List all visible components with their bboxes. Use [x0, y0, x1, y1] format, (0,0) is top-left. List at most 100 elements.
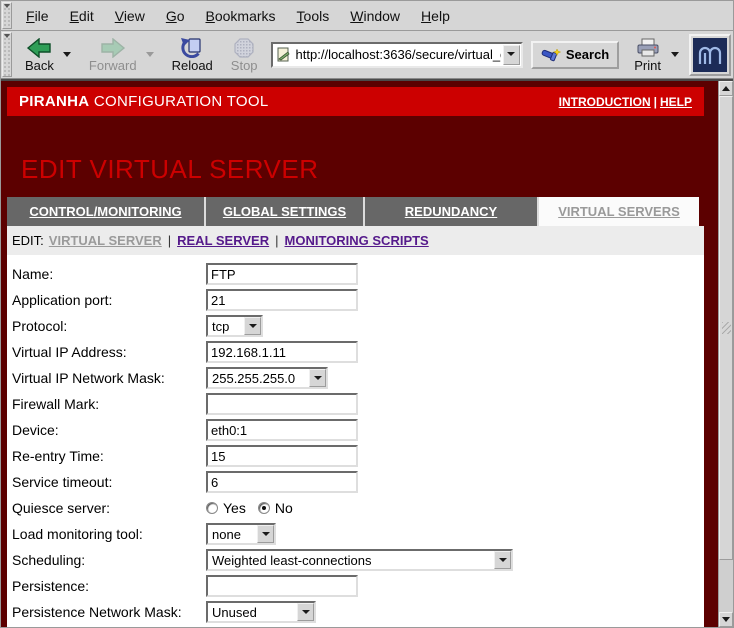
toolbar-grippy-handle[interactable]	[2, 32, 12, 77]
form-row-quiesce-server: Quiesce server:YesNo	[7, 495, 704, 521]
dropdown-arrow-icon[interactable]	[257, 525, 274, 543]
edit-prefix-label: EDIT:	[12, 233, 44, 248]
form-row-persistence: Persistence:	[7, 573, 704, 599]
field-label-application-port: Application port:	[7, 292, 206, 308]
vertical-scrollbar[interactable]	[718, 81, 733, 627]
edit-subnav: EDIT: VIRTUAL SERVER | REAL SERVER | MONITORI…	[7, 226, 704, 255]
form-row-load-monitoring-tool: Load monitoring tool:none	[7, 521, 704, 547]
subnav-link-virtual-server[interactable]: VIRTUAL SERVER	[49, 233, 162, 248]
persistence-input[interactable]	[206, 575, 358, 597]
radio-yes[interactable]	[206, 502, 218, 514]
scheduling-select[interactable]: Weighted least-connections	[206, 549, 513, 571]
subnav-separator: |	[168, 233, 171, 248]
site-brand: PIRANHA CONFIGURATION TOOL	[19, 93, 269, 110]
protocol-select[interactable]: tcp	[206, 315, 263, 337]
form-row-scheduling: Scheduling:Weighted least-connections	[7, 547, 704, 573]
scrollbar-track[interactable]	[719, 560, 733, 612]
tab-global-settings[interactable]: GLOBAL SETTINGS	[206, 197, 365, 226]
browser-window: FileEditViewGoBookmarksToolsWindowHelp B…	[0, 0, 734, 628]
field-label-protocol: Protocol:	[7, 318, 206, 334]
printer-icon	[636, 36, 660, 58]
virtual-ip-address-input[interactable]	[206, 341, 358, 363]
print-button[interactable]: Print	[627, 33, 668, 77]
virtual-ip-network-mask-select[interactable]: 255.255.255.0	[206, 367, 328, 389]
introduction-link[interactable]: INTRODUCTION	[559, 95, 651, 109]
forward-button[interactable]: Forward	[82, 33, 144, 77]
piranha-page: PIRANHA CONFIGURATION TOOL INTRODUCTION|…	[1, 81, 718, 627]
subnav-link-monitoring-scripts[interactable]: MONITORING SCRIPTS	[285, 233, 429, 248]
reload-icon	[180, 36, 204, 58]
menu-file[interactable]: File	[17, 4, 58, 28]
selected-value: tcp	[208, 319, 244, 334]
toolbar-grippy-handle[interactable]	[2, 2, 12, 29]
stop-label: Stop	[231, 58, 258, 73]
form-row-virtual-ip-address: Virtual IP Address:	[7, 339, 704, 365]
print-dropdown-button[interactable]	[668, 35, 681, 75]
form-row-application-port: Application port:	[7, 287, 704, 313]
menu-window[interactable]: Window	[341, 4, 409, 28]
name-input[interactable]	[206, 263, 358, 285]
tab-redundancy[interactable]: REDUNDANCY	[365, 197, 539, 226]
reload-button[interactable]: Reload	[165, 33, 220, 77]
dropdown-arrow-icon[interactable]	[244, 317, 261, 335]
tab-virtual-servers[interactable]: VIRTUAL SERVERS	[539, 197, 699, 226]
menu-view[interactable]: View	[106, 4, 154, 28]
scroll-down-button[interactable]	[719, 612, 733, 627]
dropdown-arrow-icon[interactable]	[494, 551, 511, 569]
url-input[interactable]	[294, 47, 503, 62]
menu-bar: FileEditViewGoBookmarksToolsWindowHelp	[1, 1, 733, 31]
browser-content-area: PIRANHA CONFIGURATION TOOL INTRODUCTION|…	[1, 79, 733, 627]
url-bar	[271, 42, 523, 68]
quiesce-server-radio-group: YesNo	[206, 500, 305, 516]
selected-value: Weighted least-connections	[208, 553, 494, 568]
site-header-bar: PIRANHA CONFIGURATION TOOL INTRODUCTION|…	[7, 87, 704, 116]
search-button[interactable]: Search	[531, 41, 619, 69]
mozilla-logo-button[interactable]	[689, 34, 731, 76]
forward-dropdown-button[interactable]	[144, 35, 157, 75]
menu-bookmarks[interactable]: Bookmarks	[197, 4, 285, 28]
subnav-separator: |	[275, 233, 278, 248]
re-entry-time-input[interactable]	[206, 445, 358, 467]
field-label-persistence-network-mask: Persistence Network Mask:	[7, 604, 206, 620]
menu-go[interactable]: Go	[157, 4, 194, 28]
form-row-persistence-network-mask: Persistence Network Mask:Unused	[7, 599, 704, 625]
menu-help[interactable]: Help	[412, 4, 459, 28]
back-label: Back	[25, 58, 54, 73]
url-history-dropdown-button[interactable]	[503, 45, 520, 65]
persistence-network-mask-select[interactable]: Unused	[206, 601, 316, 623]
selected-value: 255.255.255.0	[208, 371, 309, 386]
dropdown-arrow-icon[interactable]	[309, 369, 326, 387]
form-row-name: Name:	[7, 261, 704, 287]
dropdown-arrow-icon[interactable]	[297, 603, 314, 621]
load-monitoring-tool-select[interactable]: none	[206, 523, 276, 545]
down-arrow-icon	[722, 617, 730, 626]
subnav-link-real-server[interactable]: REAL SERVER	[177, 233, 269, 248]
header-link-separator: |	[654, 95, 657, 109]
mozilla-logo-icon	[693, 38, 727, 72]
reload-label: Reload	[172, 58, 213, 73]
field-label-load-monitoring-tool: Load monitoring tool:	[7, 526, 206, 542]
service-timeout-input[interactable]	[206, 471, 358, 493]
header-links: INTRODUCTION|HELP	[559, 95, 692, 109]
device-input[interactable]	[206, 419, 358, 441]
scroll-up-button[interactable]	[719, 81, 733, 96]
stop-button[interactable]: Stop	[224, 33, 265, 77]
firewall-mark-input[interactable]	[206, 393, 358, 415]
field-label-persistence: Persistence:	[7, 578, 206, 594]
help-link[interactable]: HELP	[660, 95, 692, 109]
back-dropdown-button[interactable]	[61, 35, 74, 75]
forward-arrow-icon	[100, 36, 126, 58]
menu-edit[interactable]: Edit	[61, 4, 103, 28]
navigation-toolbar: Back Forward Reload	[1, 31, 733, 79]
radio-no[interactable]	[258, 502, 270, 514]
form-row-re-entry-time: Re-entry Time:	[7, 443, 704, 469]
thumb-grip-icon	[722, 322, 731, 334]
field-label-virtual-ip-address: Virtual IP Address:	[7, 344, 206, 360]
print-label: Print	[634, 58, 661, 73]
scrollbar-thumb[interactable]	[719, 96, 733, 560]
application-port-input[interactable]	[206, 289, 358, 311]
menu-tools[interactable]: Tools	[288, 4, 339, 28]
tab-control-monitoring[interactable]: CONTROL/MONITORING	[7, 197, 206, 226]
back-button[interactable]: Back	[18, 33, 61, 77]
page-bookmark-icon[interactable]	[276, 47, 291, 62]
